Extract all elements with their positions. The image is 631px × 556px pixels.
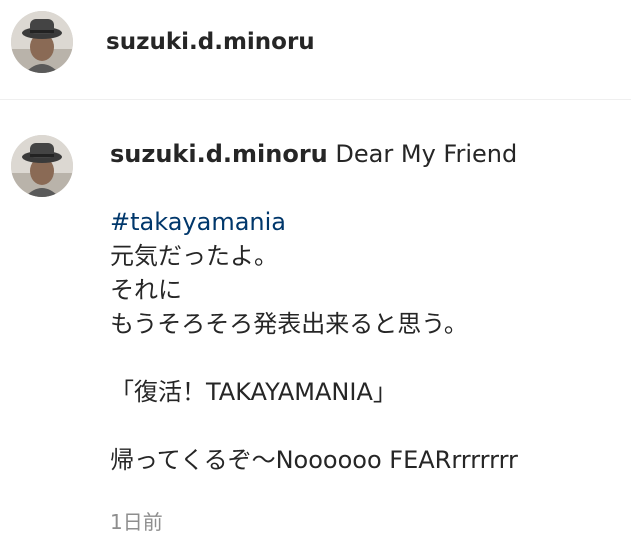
post-header: suzuki.d.minoru bbox=[0, 0, 631, 100]
comment-body: suzuki.d.minoru Dear My Friend #takayama… bbox=[110, 137, 620, 477]
comment-first-text: Dear My Friend bbox=[335, 140, 518, 168]
comment-avatar[interactable] bbox=[11, 135, 73, 197]
hashtag-line: #takayamania bbox=[110, 205, 620, 239]
comment-line: 「復活！TAKAYAMANIA」 bbox=[110, 378, 397, 406]
header-avatar[interactable] bbox=[11, 11, 73, 73]
comment-line: もうそろそろ発表出来ると思う。 bbox=[110, 310, 468, 338]
comment-line: それに bbox=[110, 276, 182, 304]
header-username[interactable]: suzuki.d.minoru bbox=[106, 26, 315, 58]
comment-line: 帰ってくるぞ〜Noooooo FEARrrrrrrr bbox=[110, 446, 518, 474]
comment-timestamp[interactable]: 1日前 bbox=[110, 508, 163, 536]
comment-line bbox=[110, 409, 620, 443]
comment-username[interactable]: suzuki.d.minoru bbox=[110, 140, 328, 168]
comment-line: 元気だったよ。 bbox=[110, 242, 278, 270]
comment-line bbox=[110, 341, 620, 375]
avatar-photo-icon bbox=[11, 11, 73, 73]
avatar-photo-icon bbox=[11, 135, 73, 197]
hashtag-link[interactable]: #takayamania bbox=[110, 208, 286, 236]
comment-first-line: suzuki.d.minoru Dear My Friend bbox=[110, 137, 620, 171]
